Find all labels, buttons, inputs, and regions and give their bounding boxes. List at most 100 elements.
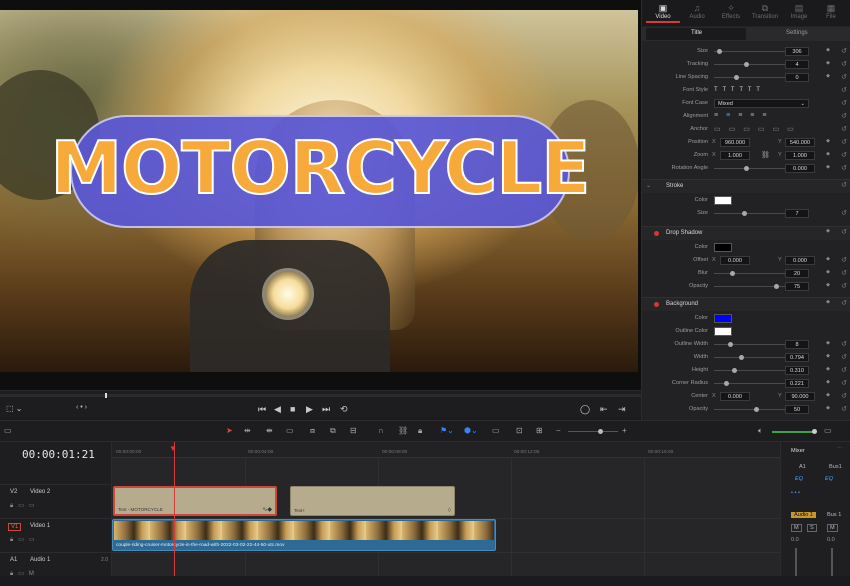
reset-icon[interactable]: ↺	[841, 340, 847, 348]
reset-icon[interactable]: ↺	[841, 86, 847, 94]
zoom-full-icon[interactable]: ▭	[492, 426, 500, 435]
zoom-in-icon[interactable]: +	[622, 426, 627, 435]
reset-icon[interactable]: ↺	[841, 299, 847, 307]
scrub-bar[interactable]	[0, 393, 641, 398]
keyframe-icon[interactable]: ◆	[826, 299, 830, 305]
zoom-out-icon[interactable]: −	[556, 426, 561, 435]
title-clip-motorcycle[interactable]: Text - MOTORCYCLE ∿◆	[113, 486, 277, 516]
more-icon[interactable]: ⋯	[837, 446, 843, 452]
subtab-title[interactable]: Title	[691, 30, 702, 36]
line-spacing-field[interactable]: 0	[785, 73, 809, 82]
size-slider[interactable]	[714, 49, 794, 54]
skip-end-icon[interactable]: ⏭	[322, 404, 330, 415]
bg-height-field[interactable]: 0.310	[785, 366, 809, 375]
shadow-color-swatch[interactable]	[714, 243, 732, 252]
shadow-opacity-field[interactable]: 75	[785, 282, 809, 291]
pan-control[interactable]: • • •	[791, 490, 800, 496]
playhead-handle-icon[interactable]: ▼	[169, 444, 177, 453]
subtab-settings[interactable]: Settings	[786, 30, 808, 36]
speaker-icon[interactable]: 🔈︎	[758, 426, 763, 436]
meter-icon[interactable]: ▭	[824, 426, 832, 435]
overwrite-clip-icon[interactable]: ⧉	[330, 426, 336, 436]
track-controls[interactable]: 🔒︎▭▭	[10, 502, 40, 510]
trim-tool-icon[interactable]: ⇹	[244, 426, 251, 435]
eq-button[interactable]: EQ	[795, 476, 803, 482]
keyframe-icon[interactable]: ◆	[826, 151, 830, 157]
keyframe-icon[interactable]: ◆	[826, 269, 830, 275]
next-edit-icon[interactable]: ⇥	[618, 404, 626, 415]
title-clip-text-plus[interactable]: Text+ ◊	[290, 486, 455, 516]
timeline-ruler[interactable]: 00:00:00:00 00:00:04:00 00:00:08:00 00:0…	[112, 442, 780, 458]
zoom-y-field[interactable]: 1.000	[785, 151, 815, 160]
tracking-field[interactable]: 4	[785, 60, 809, 69]
timeline-area[interactable]: 00:00:00:00 00:00:04:00 00:00:08:00 00:0…	[112, 442, 780, 576]
keyframe-icon[interactable]: ◆	[826, 405, 830, 411]
bg-color-swatch[interactable]	[714, 314, 732, 323]
track-controls[interactable]: 🔒︎▭▭	[10, 536, 40, 544]
zoom-custom-icon[interactable]: ⊞	[536, 426, 543, 435]
shadow-offset-x-field[interactable]: 0.000	[720, 256, 750, 265]
tab-image[interactable]: ▤ Image	[782, 2, 816, 20]
reset-icon[interactable]: ↺	[841, 392, 847, 400]
rewind-icon[interactable]: ◀	[274, 404, 281, 415]
reset-icon[interactable]: ↺	[841, 181, 847, 189]
mute-button[interactable]: M	[827, 524, 838, 532]
insert-clip-icon[interactable]: ⧈	[310, 426, 315, 436]
bg-outline-color-swatch[interactable]	[714, 327, 732, 336]
volume-slider[interactable]	[772, 429, 817, 434]
stop-icon[interactable]: ■	[290, 404, 295, 414]
bg-center-x-field[interactable]: 0.000	[720, 392, 750, 401]
bg-outline-width-field[interactable]: 8	[785, 340, 809, 349]
reset-icon[interactable]: ↺	[841, 256, 847, 264]
timecode[interactable]: 00:00:01:21	[22, 448, 95, 461]
tab-audio[interactable]: ♫ Audio	[680, 2, 714, 20]
link-icon[interactable]: ⛓	[761, 151, 770, 159]
bg-height-slider[interactable]	[714, 368, 794, 373]
selection-tool-icon[interactable]: ➤	[226, 426, 233, 435]
tab-video[interactable]: ▣ Video	[646, 2, 680, 23]
zoom-x-field[interactable]: 1.000	[720, 151, 750, 160]
enable-toggle[interactable]	[654, 302, 659, 307]
reset-icon[interactable]: ↺	[841, 405, 847, 413]
reset-icon[interactable]: ↺	[841, 60, 847, 68]
reset-icon[interactable]: ↺	[841, 209, 847, 217]
reset-icon[interactable]: ↺	[841, 112, 847, 120]
fader[interactable]	[831, 548, 833, 576]
title-text[interactable]: MOTORCYCLE	[30, 122, 610, 214]
track-header-a1[interactable]: A1 Audio 1 2.0 🔒︎▭M	[0, 552, 112, 586]
keyframe-icon[interactable]: ◆	[826, 366, 830, 372]
keyframe-icon[interactable]: ◆	[826, 73, 830, 79]
keyframe-icon[interactable]: ◆	[826, 392, 830, 398]
timeline-view-icon[interactable]: ▭	[4, 426, 12, 435]
reset-icon[interactable]: ↺	[841, 282, 847, 290]
keyframe-icon[interactable]: ◆	[826, 228, 830, 234]
scrub-handle[interactable]	[105, 393, 107, 398]
bg-corner-radius-slider[interactable]	[714, 381, 794, 386]
skip-start-icon[interactable]: ⏮	[258, 404, 266, 415]
reset-icon[interactable]: ↺	[841, 99, 847, 107]
reset-icon[interactable]: ↺	[841, 379, 847, 387]
keyframe-icon[interactable]: ◆	[826, 164, 830, 170]
bg-outline-width-slider[interactable]	[714, 342, 794, 347]
bg-width-field[interactable]: 0.794	[785, 353, 809, 362]
alignment-buttons[interactable]: ≡≡≡≡≡	[714, 112, 774, 119]
stroke-section[interactable]: ⌄ Stroke ↺	[642, 179, 850, 193]
shadow-blur-field[interactable]: 20	[785, 269, 809, 278]
shadow-offset-y-field[interactable]: 0.000	[785, 256, 815, 265]
reset-icon[interactable]: ↺	[841, 73, 847, 81]
shadow-opacity-slider[interactable]	[714, 284, 794, 289]
bg-corner-radius-field[interactable]: 0.221	[785, 379, 809, 388]
enable-toggle[interactable]	[654, 231, 659, 236]
reset-icon[interactable]: ↺	[841, 47, 847, 55]
playhead[interactable]	[174, 442, 175, 576]
snapping-icon[interactable]: ∩	[378, 426, 384, 435]
reset-icon[interactable]: ↺	[841, 138, 847, 146]
eq-button[interactable]: EQ	[825, 476, 833, 482]
reset-icon[interactable]: ↺	[841, 151, 847, 159]
prev-edit-icon[interactable]: ⇤	[600, 404, 608, 415]
marker-icon[interactable]: ⬢⌄	[464, 426, 478, 435]
reset-icon[interactable]: ↺	[841, 366, 847, 374]
reset-icon[interactable]: ↺	[841, 228, 847, 236]
video-frame[interactable]: MOTORCYCLE	[0, 10, 638, 372]
marker-nav[interactable]: ‹ • ›	[76, 404, 87, 411]
